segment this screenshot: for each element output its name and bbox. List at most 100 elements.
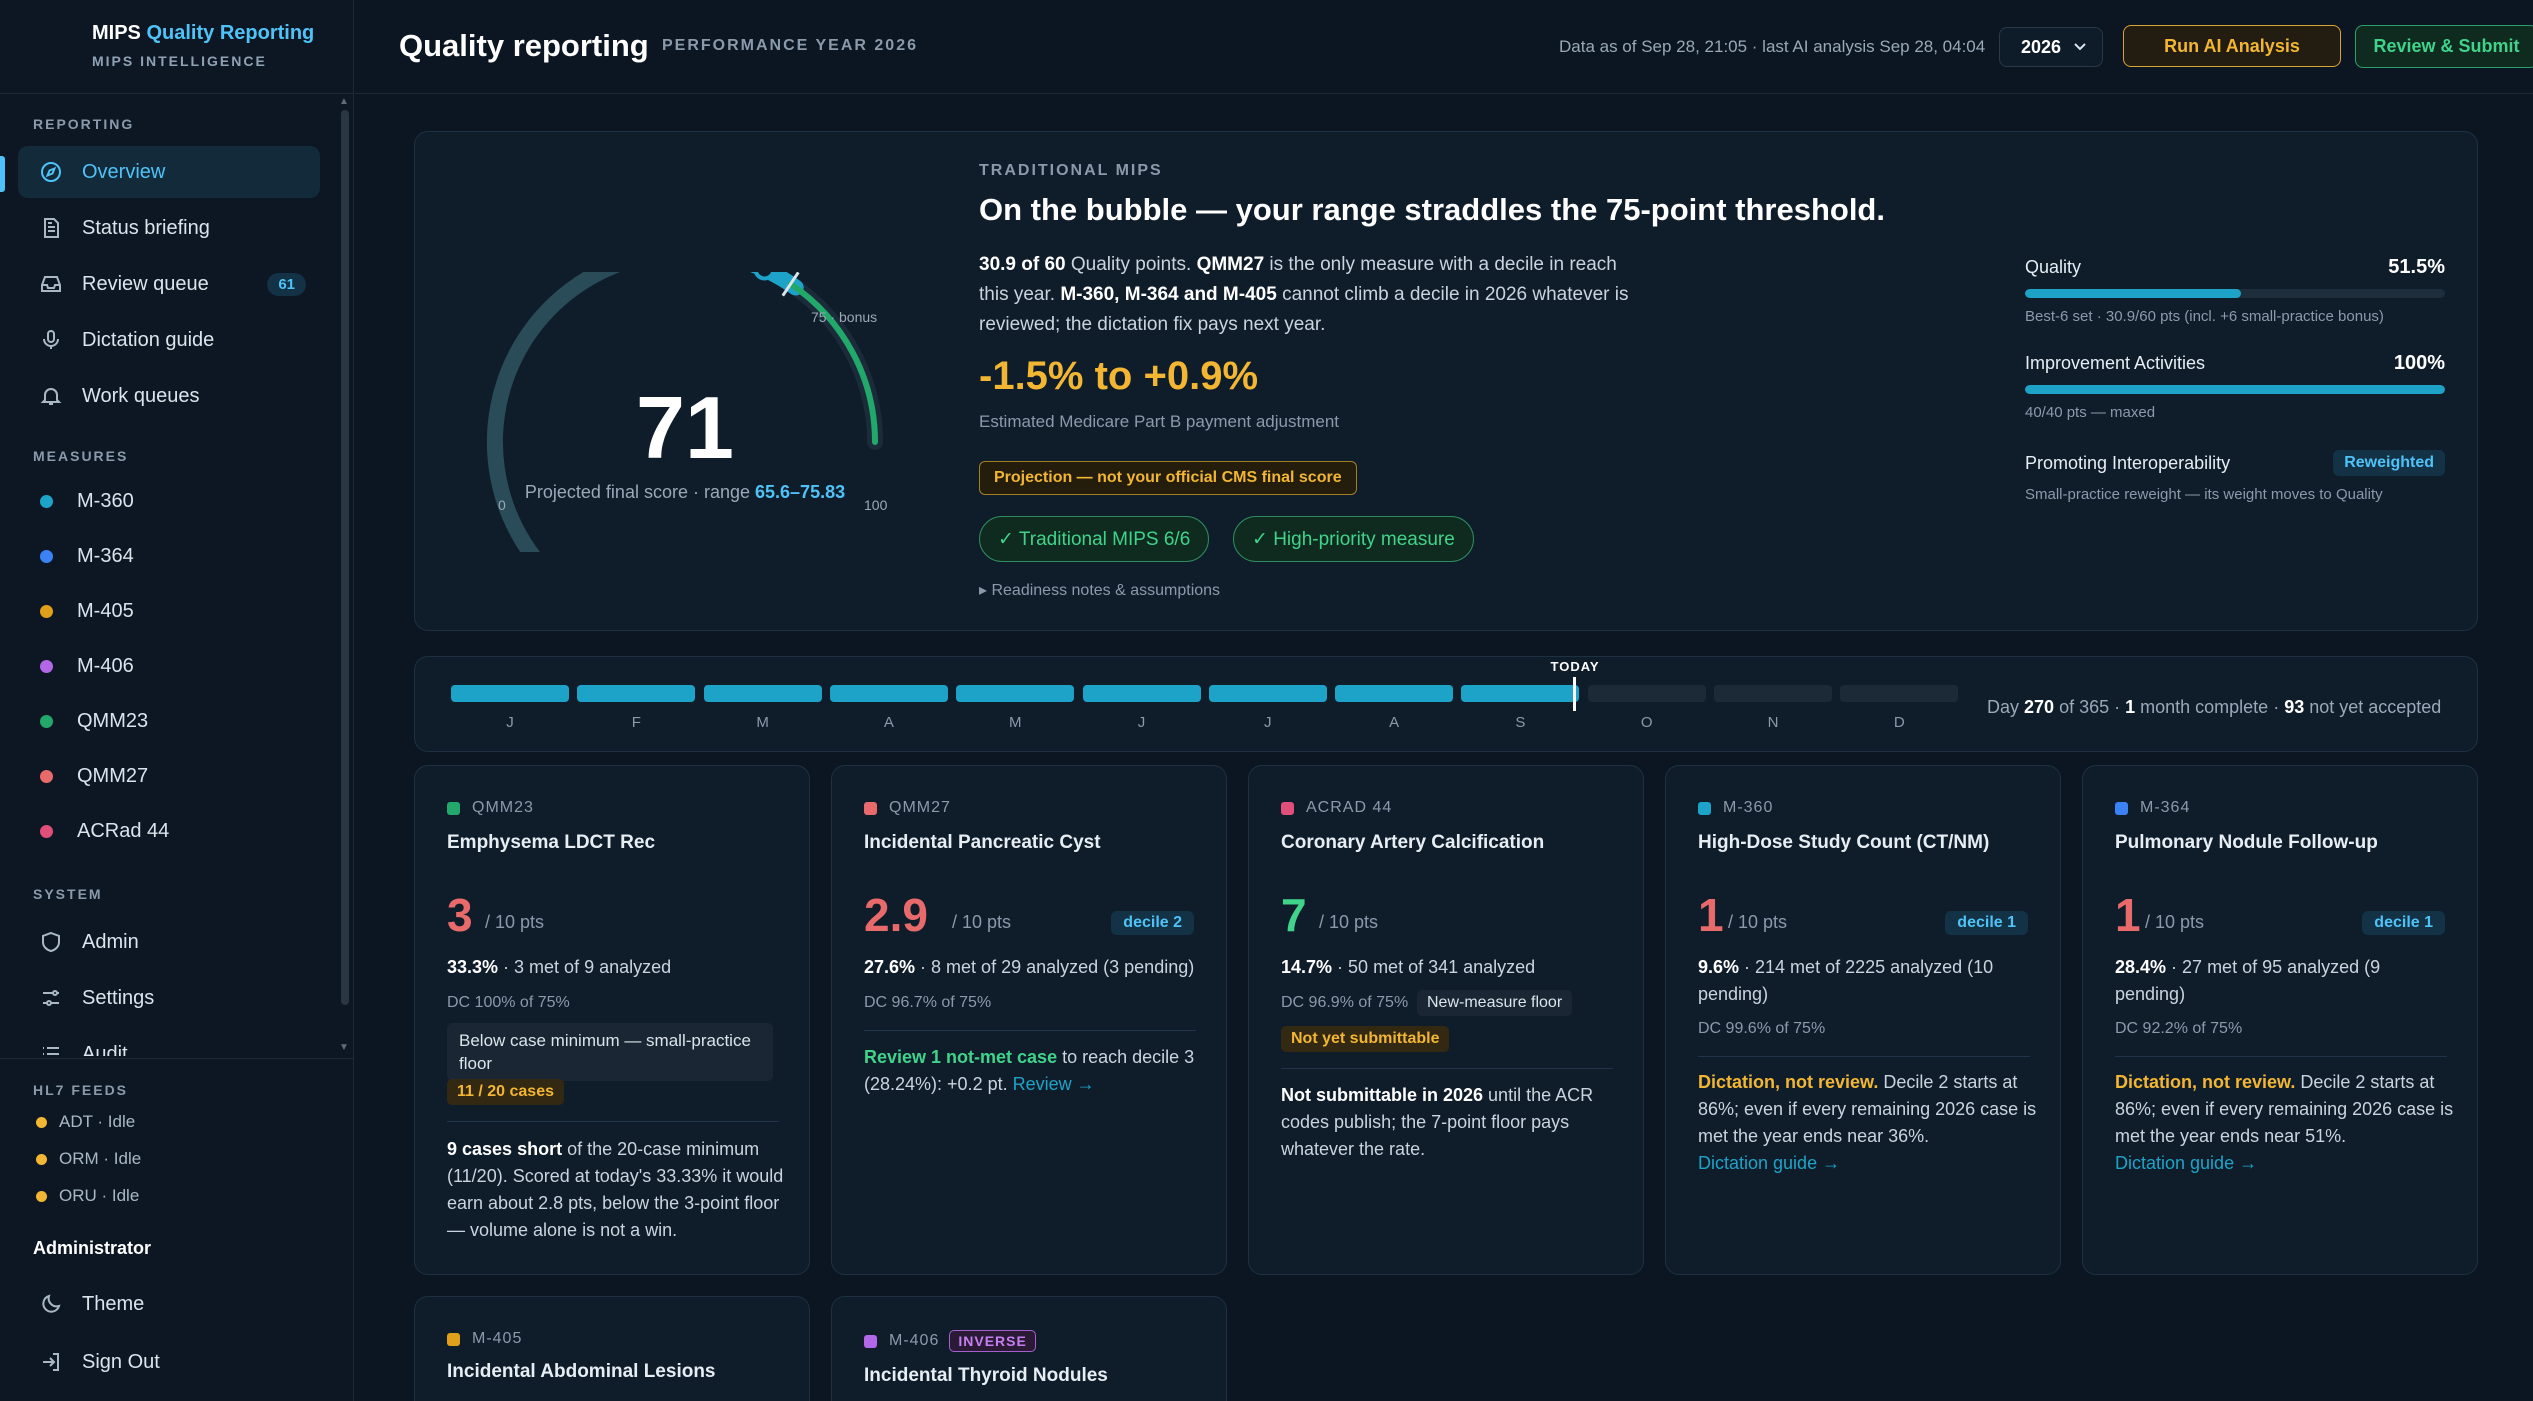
nav-item-work-queues[interactable]: Work queues xyxy=(18,370,320,422)
performance-rate: 27.6% · 8 met of 29 analyzed (3 pending) xyxy=(864,954,1204,981)
measure-title: High-Dose Study Count (CT/NM) xyxy=(1698,832,1990,853)
measure-guidance: Dictation, not review. Decile 2 starts a… xyxy=(2115,1069,2455,1177)
payment-adjustment-range: -1.5% to +0.9% xyxy=(979,354,1259,398)
card-divider xyxy=(864,1030,1196,1031)
nav-item-overview[interactable]: Overview xyxy=(18,146,320,198)
nav-item-dictation-guide[interactable]: Dictation guide xyxy=(18,314,320,366)
measure-dot xyxy=(40,495,53,508)
category-detail: Small-practice reweight — its weight mov… xyxy=(2025,486,2383,503)
scroll-down-arrow-icon[interactable]: ▼ xyxy=(339,1042,349,1053)
nav-label: Status briefing xyxy=(82,216,210,239)
case-minimum-note: Below case minimum — small-practice floo… xyxy=(447,1023,773,1081)
brand-title: MIPS Quality Reporting xyxy=(92,22,353,45)
run-ai-analysis-button[interactable]: Run AI Analysis xyxy=(2123,25,2341,67)
measure-card-qmm23[interactable]: QMM23 Emphysema LDCT Rec 3 / 10 pts 33.3… xyxy=(414,765,810,1275)
measure-color-swatch xyxy=(2115,801,2128,815)
theme-toggle[interactable]: Theme xyxy=(18,1278,320,1330)
sign-out-button[interactable]: Sign Out xyxy=(18,1336,320,1388)
nav-item-admin[interactable]: Admin xyxy=(18,916,320,968)
scroll-up-arrow-icon[interactable]: ▲ xyxy=(339,96,349,107)
timeline-month-bar xyxy=(1335,685,1454,702)
feed-label: ORM · Idle xyxy=(59,1149,142,1168)
review-link[interactable]: Review → xyxy=(1013,1074,1095,1094)
dictation-guide-link[interactable]: Dictation guide → xyxy=(2115,1153,2257,1173)
decile-badge: decile 1 xyxy=(2362,911,2445,935)
nav-label: Review queue xyxy=(82,272,209,295)
measure-code: M-364 xyxy=(2115,799,2190,817)
measure-score: 2.9 xyxy=(864,889,928,941)
timeline-status: Day 270 of 365 · 1 month complete · 93 n… xyxy=(1987,697,2441,718)
measure-card-m-364[interactable]: M-364 Pulmonary Nodule Follow-up 1 / 10 … xyxy=(2082,765,2478,1275)
status-text: not yet accepted xyxy=(2304,697,2442,717)
guidance-strong: Not submittable in 2026 xyxy=(1281,1085,1484,1105)
measure-guidance: Review 1 not-met case to reach decile 3 … xyxy=(864,1044,1204,1098)
feed-label: ADT · Idle xyxy=(59,1112,136,1131)
data-completeness: DC 99.6% of 75% xyxy=(1698,1020,1826,1037)
measure-dot xyxy=(40,605,53,618)
measure-card-acrad-44[interactable]: ACRAD 44 Coronary Artery Calcification 7… xyxy=(1248,765,1644,1275)
measure-card-m-360[interactable]: M-360 High-Dose Study Count (CT/NM) 1 / … xyxy=(1665,765,2061,1275)
measure-card-m-405[interactable]: M-405 Incidental Abdominal Lesions xyxy=(414,1296,810,1401)
review-queue-count-badge: 61 xyxy=(267,272,306,296)
timeline-month-bar xyxy=(956,685,1075,702)
nav-item-status-briefing[interactable]: Status briefing xyxy=(18,202,320,254)
rate-percent: 27.6% xyxy=(864,957,916,977)
category-promoting-interoperability: Promoting Interoperability Reweighted Sma… xyxy=(2025,450,2445,503)
measure-card-qmm27[interactable]: QMM27 Incidental Pancreatic Cyst 2.9 / 1… xyxy=(831,765,1227,1275)
measure-dot xyxy=(40,660,53,673)
readiness-notes-toggle[interactable]: ▸ Readiness notes & assumptions xyxy=(979,580,1220,600)
timeline-month-label: J xyxy=(1137,714,1146,731)
new-measure-floor-badge: New-measure floor xyxy=(1417,990,1573,1016)
measure-code-text: M-360 xyxy=(1723,799,1774,816)
measure-code: M-406 INVERSE xyxy=(864,1330,1036,1352)
timeline-month-label: J xyxy=(506,714,514,731)
category-percent: 51.5% xyxy=(2388,256,2445,278)
dictation-guide-link[interactable]: Dictation guide → xyxy=(1698,1153,1840,1173)
sidebar-item-m-405[interactable]: M-405 xyxy=(40,600,134,623)
sidebar-item-m-364[interactable]: M-364 xyxy=(40,545,134,568)
score-caption: Projected final score · range 65.6–75.83 xyxy=(415,482,955,503)
performance-rate: 33.3% · 3 met of 9 analyzed xyxy=(447,954,787,981)
category-detail: 40/40 pts — maxed xyxy=(2025,404,2156,421)
measure-color-swatch xyxy=(447,801,460,815)
card-divider xyxy=(447,1121,779,1122)
projection-disclaimer-badge: Projection — not your official CMS final… xyxy=(979,461,1357,495)
sidebar-item-qmm23[interactable]: QMM23 xyxy=(40,710,148,733)
score-marker xyxy=(753,272,776,281)
score-caption-text: Projected final score · range xyxy=(524,482,756,502)
bell-icon xyxy=(38,383,64,409)
year-select[interactable]: 2026 xyxy=(1999,27,2103,67)
progress-fill xyxy=(2025,385,2445,394)
measure-title: Coronary Artery Calcification xyxy=(1281,832,1545,853)
data-completeness: DC 92.2% of 75% xyxy=(2115,1020,2243,1037)
nav-item-audit[interactable]: Audit xyxy=(18,1028,320,1056)
measure-title: Incidental Pancreatic Cyst xyxy=(864,832,1101,853)
card-divider xyxy=(1698,1056,2030,1057)
measure-dot xyxy=(40,550,53,563)
measure-max-points: / 10 pts xyxy=(485,912,545,932)
compass-icon xyxy=(38,159,64,185)
measure-code: QMM23 xyxy=(447,799,534,817)
review-submit-button[interactable]: Review & Submit xyxy=(2355,25,2533,68)
measure-code: M-360 xyxy=(1698,799,1773,817)
nav-item-review-queue[interactable]: Review queue 61 xyxy=(18,258,320,310)
sidebar-item-m-360[interactable]: M-360 xyxy=(40,490,134,513)
sidebar-scrollbar[interactable] xyxy=(341,110,349,1005)
projected-score: 71 xyxy=(636,378,734,477)
measure-color-swatch xyxy=(864,1334,877,1348)
section-label-system: SYSTEM xyxy=(33,886,103,902)
measure-label: QMM27 xyxy=(77,765,149,787)
sidebar-item-qmm27[interactable]: QMM27 xyxy=(40,765,148,788)
sidebar-item-acrad-44[interactable]: ACRad 44 xyxy=(40,820,169,843)
measure-score: 3 xyxy=(447,889,473,941)
not-accepted-count: 93 xyxy=(2284,697,2305,717)
guidance-strong: 9 cases short xyxy=(447,1139,563,1159)
nav-item-settings[interactable]: Settings xyxy=(18,972,320,1024)
measure-title: Incidental Abdominal Lesions xyxy=(447,1361,716,1382)
category-name: Promoting Interoperability xyxy=(2025,452,2231,473)
timeline-month-bar xyxy=(1714,685,1832,702)
status-dot xyxy=(36,1153,47,1165)
measure-card-m-406[interactable]: M-406 INVERSE Incidental Thyroid Nodules xyxy=(831,1296,1227,1401)
brand: MIPS Quality Reporting MIPS INTELLIGENCE xyxy=(0,0,353,94)
sidebar-item-m-406[interactable]: M-406 xyxy=(40,655,134,678)
